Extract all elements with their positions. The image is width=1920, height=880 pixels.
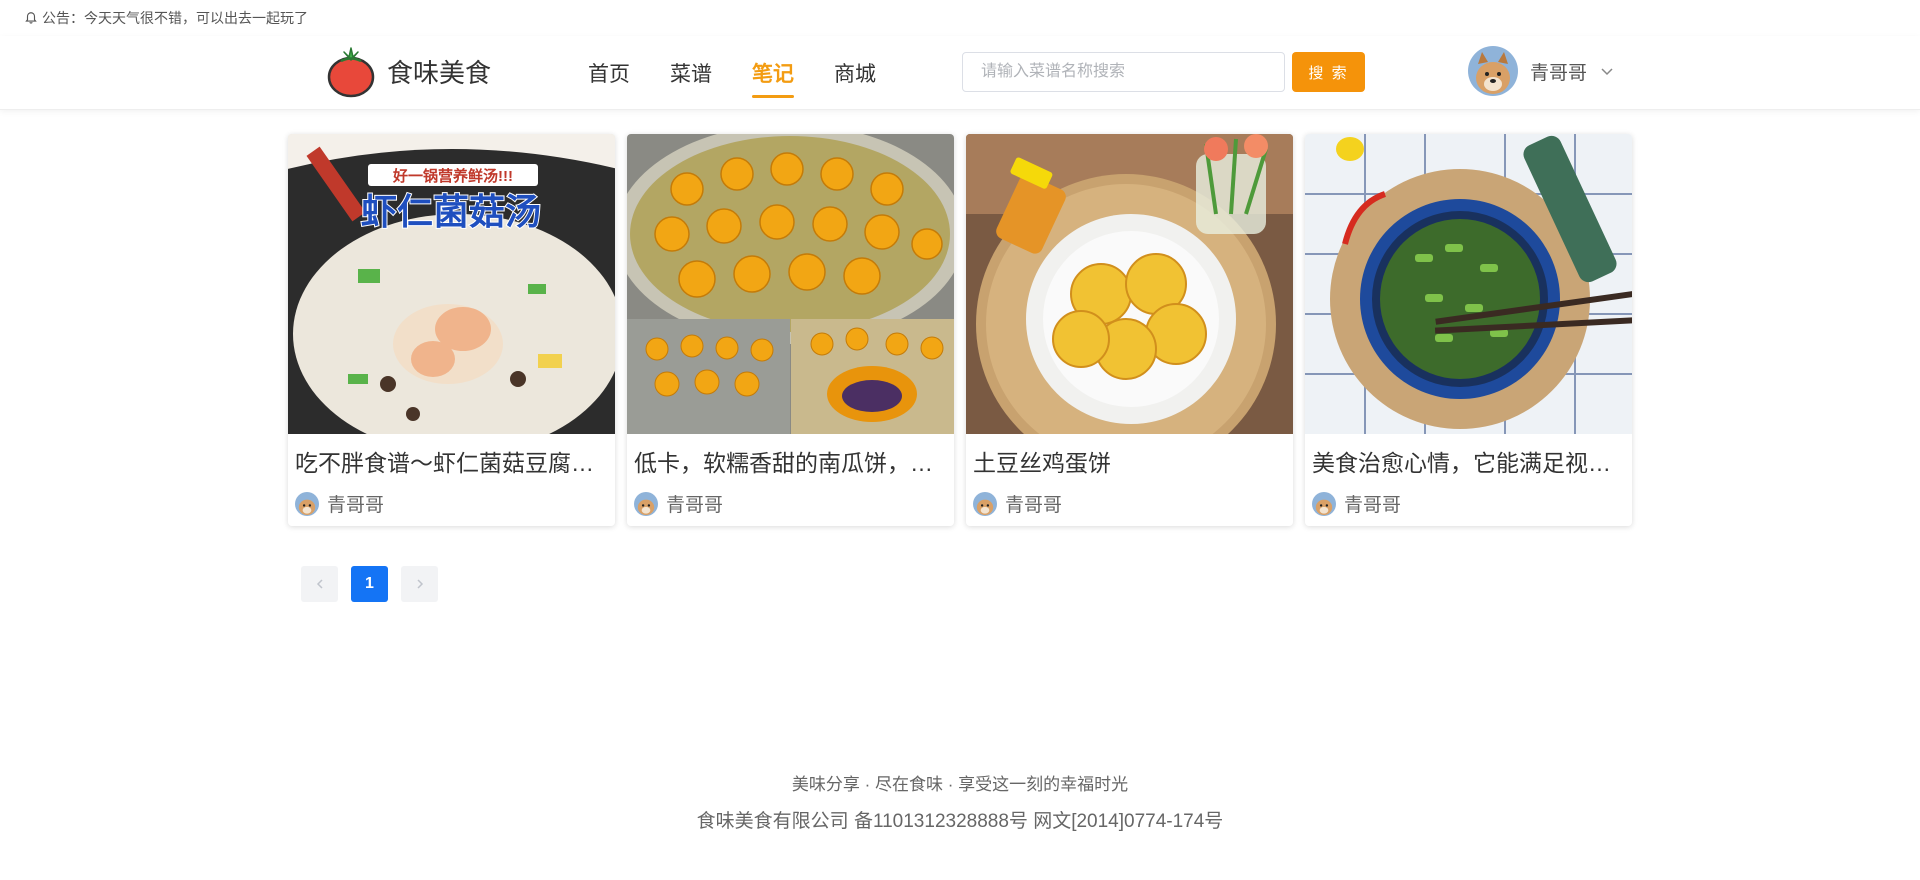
top-header: 食味美食 首页 菜谱 笔记 商城 搜 索 青哥哥 bbox=[0, 36, 1920, 110]
footer-icp: 食味美食有限公司 备1101312328888号 网文[2014]0774-17… bbox=[696, 811, 1224, 832]
user-menu[interactable]: 青哥哥 bbox=[1468, 46, 1615, 96]
avatar bbox=[973, 491, 997, 516]
site-name: 食味美食 bbox=[387, 57, 492, 88]
note-author[interactable]: 青哥哥 bbox=[966, 478, 1293, 517]
note-author[interactable]: 青哥哥 bbox=[627, 478, 954, 517]
chevron-left-icon bbox=[316, 579, 323, 589]
note-title[interactable]: 美食治愈心情，它能满足视觉和味觉 bbox=[1305, 434, 1632, 478]
author-name: 青哥哥 bbox=[666, 495, 724, 516]
next-page-button[interactable] bbox=[401, 566, 438, 602]
note-card[interactable]: 土豆丝鸡蛋饼 青哥哥 bbox=[966, 134, 1293, 526]
note-card[interactable]: 好一锅营养鲜汤!!! 虾仁菌菇汤 吃不胖食谱～虾仁菌菇豆腐汤｜鲜美暖胃 青哥哥 bbox=[288, 134, 615, 526]
note-image: 好一锅营养鲜汤!!! 虾仁菌菇汤 bbox=[288, 134, 615, 434]
note-author[interactable]: 青哥哥 bbox=[288, 478, 615, 517]
page-number-button[interactable]: 1 bbox=[351, 566, 388, 602]
announcement-bar: 公告：今天天气很不错，可以出去一起玩了 bbox=[24, 8, 308, 28]
avatar bbox=[634, 491, 658, 516]
note-image bbox=[966, 134, 1293, 434]
note-card[interactable]: 美食治愈心情，它能满足视觉和味觉 青哥哥 bbox=[1305, 134, 1632, 526]
note-title[interactable]: 低卡，软糯香甜的南瓜饼，值得一试 bbox=[627, 434, 954, 478]
avatar bbox=[1312, 491, 1336, 516]
note-card[interactable]: 低卡，软糯香甜的南瓜饼，值得一试 青哥哥 bbox=[627, 134, 954, 526]
site-logo[interactable]: 食味美食 bbox=[327, 44, 491, 98]
author-name: 青哥哥 bbox=[1005, 495, 1063, 516]
announcement-text: 公告：今天天气很不错，可以出去一起玩了 bbox=[42, 10, 308, 26]
note-title[interactable]: 吃不胖食谱～虾仁菌菇豆腐汤｜鲜美暖胃 bbox=[288, 434, 615, 478]
nav-home[interactable]: 首页 bbox=[588, 58, 630, 88]
note-image bbox=[627, 134, 954, 434]
main-nav: 首页 菜谱 笔记 商城 bbox=[588, 36, 876, 110]
search-button[interactable]: 搜 索 bbox=[1292, 52, 1365, 92]
note-author[interactable]: 青哥哥 bbox=[1305, 478, 1632, 517]
note-title[interactable]: 土豆丝鸡蛋饼 bbox=[966, 434, 1293, 478]
note-list: 好一锅营养鲜汤!!! 虾仁菌菇汤 吃不胖食谱～虾仁菌菇豆腐汤｜鲜美暖胃 青哥哥 bbox=[288, 134, 1632, 526]
footer-slogan: 美味分享 · 尽在食味 · 享受这一刻的幸福时光 bbox=[791, 775, 1129, 794]
note-image bbox=[1305, 134, 1632, 434]
author-name: 青哥哥 bbox=[1344, 495, 1402, 516]
chevron-down-icon[interactable] bbox=[1599, 63, 1615, 79]
tomato-logo-icon bbox=[327, 47, 375, 98]
pagination: 1 bbox=[301, 566, 438, 602]
image-banner-text: 好一锅营养鲜汤!!! bbox=[392, 167, 513, 185]
author-name: 青哥哥 bbox=[327, 495, 385, 516]
avatar[interactable] bbox=[1468, 46, 1518, 96]
chevron-right-icon bbox=[416, 579, 423, 589]
nav-shop[interactable]: 商城 bbox=[834, 58, 876, 88]
prev-page-button[interactable] bbox=[301, 566, 338, 602]
image-caption-text: 虾仁菌菇汤 bbox=[361, 191, 541, 232]
avatar bbox=[295, 491, 319, 516]
nav-notes[interactable]: 笔记 bbox=[752, 58, 794, 98]
user-name: 青哥哥 bbox=[1530, 62, 1588, 84]
search-input[interactable] bbox=[962, 52, 1285, 92]
bell-icon bbox=[25, 12, 37, 24]
nav-recipes[interactable]: 菜谱 bbox=[670, 58, 712, 88]
